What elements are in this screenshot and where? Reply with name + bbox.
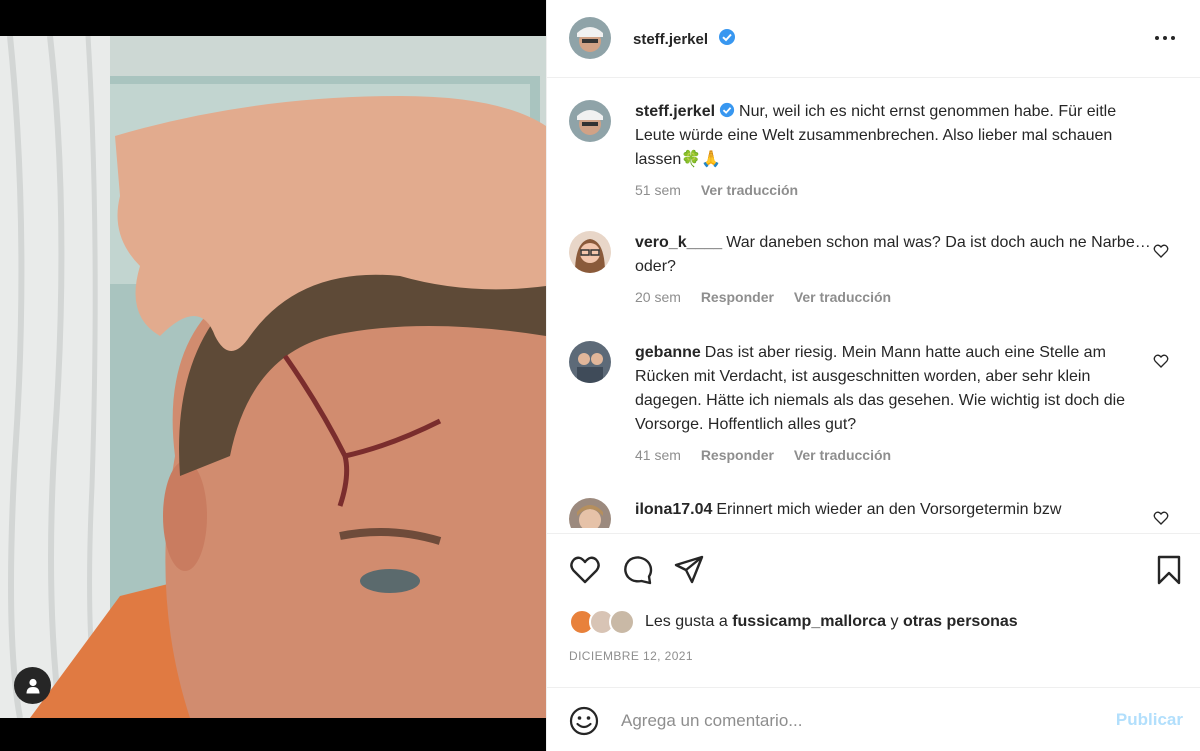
post-side-panel: steff.jerkel steff.jerkel Nur, weil ich … (546, 0, 1200, 751)
comment-username[interactable]: ilona17.04 (635, 501, 712, 518)
likes-others[interactable]: otras personas (903, 613, 1018, 631)
likers-avatars (569, 607, 639, 637)
heart-icon[interactable] (569, 554, 601, 586)
caption: steff.jerkel Nur, weil ich es nicht ernst… (569, 100, 1189, 220)
comment-text: Erinnert mich wieder an den Vorsorgeterm… (716, 501, 1062, 518)
comment-text: Das ist aber riesig. Mein Mann hatte auc… (635, 344, 1126, 433)
comment-meta: 41 sem Responder Ver traducción (635, 447, 907, 463)
caption-time[interactable]: 51 sem (635, 182, 681, 198)
author-avatar[interactable] (569, 17, 611, 59)
tagged-users-button[interactable] (14, 667, 51, 704)
comment-like-heart-icon[interactable] (1153, 510, 1169, 526)
likes-prefix: Les gusta a (645, 613, 728, 630)
verified-badge-icon (719, 102, 735, 118)
caption-username[interactable]: steff.jerkel (635, 103, 715, 120)
comment-body: vero_k____ War daneben schon mal was? Da … (635, 231, 1155, 279)
comment-item: ilona17.04 Erinnert mich wieder an den Vo… (569, 498, 1189, 528)
caption-meta: 51 sem Ver traducción (635, 182, 814, 198)
comment-username[interactable]: gebanne (635, 344, 701, 361)
comment-item: gebanne Das ist aber riesig. Mein Mann ha… (569, 341, 1189, 481)
comment-time[interactable]: 20 sem (635, 289, 681, 305)
reply-link[interactable]: Responder (701, 289, 774, 305)
comment-like-heart-icon[interactable] (1153, 353, 1169, 369)
post-header: steff.jerkel (547, 0, 1200, 78)
author-username[interactable]: steff.jerkel (633, 31, 708, 48)
comment-icon[interactable] (622, 554, 654, 586)
liker-avatar (609, 609, 635, 635)
more-icon (1155, 36, 1175, 40)
caption-translate-link[interactable]: Ver traducción (701, 182, 798, 198)
post-media (0, 0, 546, 751)
likes-summary[interactable]: Les gusta a fussicamp_mallorca y otras p… (569, 607, 1018, 637)
comment-body: gebanne Das ist aber riesig. Mein Mann ha… (635, 341, 1155, 437)
share-icon[interactable] (673, 554, 705, 586)
post-photo[interactable] (0, 36, 546, 718)
comment-meta: 20 sem Responder Ver traducción (635, 289, 907, 305)
likes-joiner: y (890, 613, 899, 630)
caption-body: steff.jerkel Nur, weil ich es nicht ernst… (635, 100, 1155, 172)
add-comment-bar: Publicar (547, 689, 1200, 751)
translate-link[interactable]: Ver traducción (794, 447, 891, 463)
commenter-avatar[interactable] (569, 231, 611, 273)
more-options-button[interactable] (1153, 28, 1177, 48)
verified-badge-icon (718, 29, 735, 45)
publish-button[interactable]: Publicar (1116, 710, 1183, 730)
reply-link[interactable]: Responder (701, 447, 774, 463)
add-comment-input[interactable] (621, 707, 1091, 735)
comment-like-heart-icon[interactable] (1153, 243, 1169, 259)
bookmark-icon[interactable] (1153, 554, 1185, 586)
comment-username[interactable]: vero_k____ (635, 234, 722, 251)
post-photo-illustration (0, 36, 546, 718)
commenter-avatar[interactable] (569, 341, 611, 383)
emoji-icon[interactable] (569, 706, 599, 736)
user-tag-icon (26, 678, 39, 693)
translate-link[interactable]: Ver traducción (794, 289, 891, 305)
comment-item: vero_k____ War daneben schon mal was? Da … (569, 231, 1189, 321)
likes-user[interactable]: fussicamp_mallorca (732, 613, 886, 631)
comments-list[interactable]: steff.jerkel Nur, weil ich es nicht ernst… (547, 79, 1200, 528)
commenter-avatar[interactable] (569, 498, 611, 528)
post-actions: Les gusta a fussicamp_mallorca y otras p… (547, 533, 1200, 688)
caption-avatar[interactable] (569, 100, 611, 142)
comment-body: ilona17.04 Erinnert mich wieder an den Vo… (635, 498, 1155, 522)
comment-time[interactable]: 41 sem (635, 447, 681, 463)
post-date[interactable]: DICIEMBRE 12, 2021 (569, 649, 693, 663)
